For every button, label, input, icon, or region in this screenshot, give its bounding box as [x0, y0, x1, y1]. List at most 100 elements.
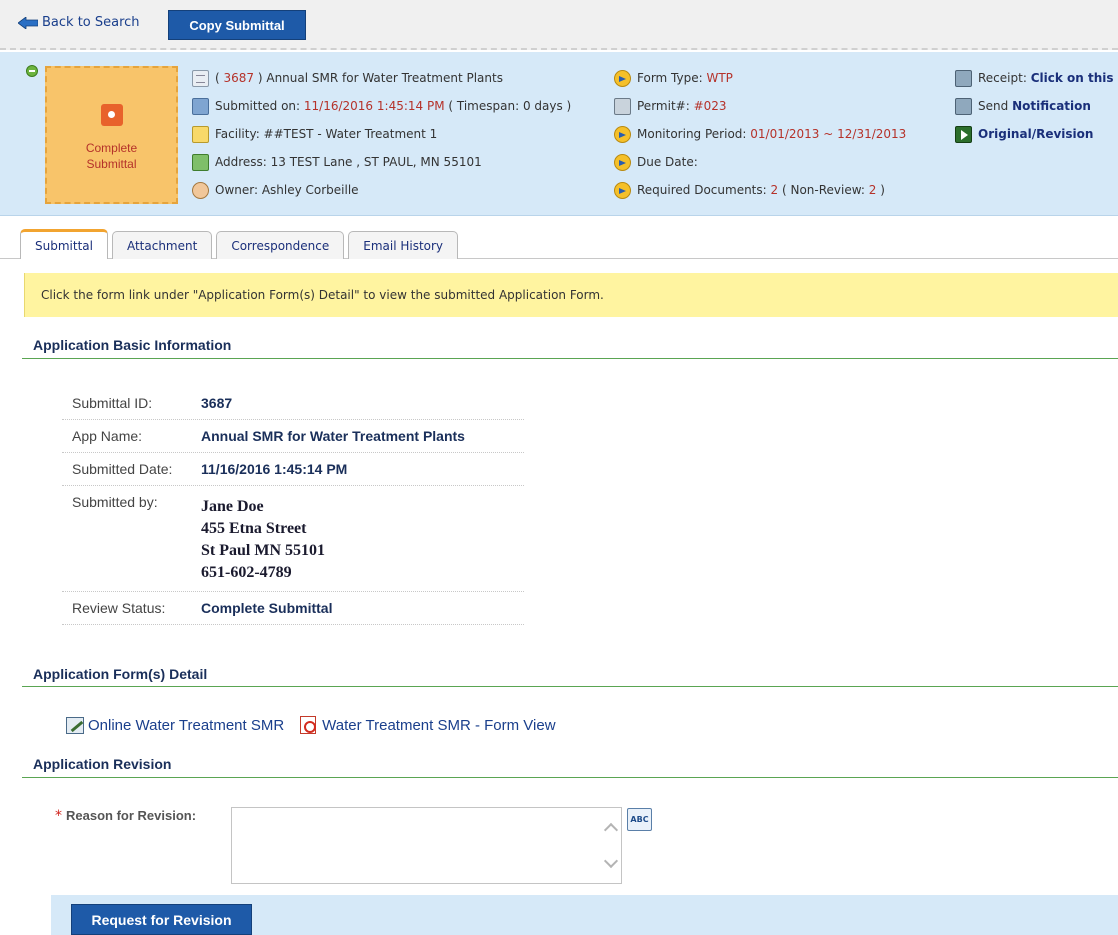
- copy-submittal-button[interactable]: Copy Submittal: [168, 10, 306, 40]
- form-links: Online Water Treatment SMR Water Treatme…: [66, 716, 556, 734]
- submitted-on-value: 11/16/2016 1:45:14 PM: [303, 99, 445, 113]
- edit-form-icon: [66, 716, 84, 734]
- form-type-value: WTP: [706, 71, 733, 85]
- receipt-label: Receipt:: [978, 71, 1027, 85]
- online-form-link[interactable]: Online Water Treatment SMR: [88, 717, 284, 734]
- address: Address: 13 TEST Lane , ST PAUL, MN 5510…: [215, 155, 482, 169]
- status-label: Complete Submittal: [85, 141, 138, 171]
- user-icon: [192, 181, 209, 199]
- submitted-on-label: Submitted on:: [215, 99, 301, 113]
- submitted-by-label: Submitted by:: [72, 494, 158, 510]
- info-notice: Click the form link under "Application F…: [24, 273, 1118, 317]
- required-docs-label: Required Documents:: [637, 183, 767, 197]
- summary-app-row: ( 3687 ) Annual SMR for Water Treatment …: [192, 64, 571, 92]
- basic-info-table: Submittal ID: 3687 App Name: Annual SMR …: [62, 387, 524, 625]
- collapse-icon[interactable]: [26, 65, 38, 77]
- app-name-label: App Name:: [72, 428, 143, 444]
- submitted-by-address: Jane Doe 455 Etna Street St Paul MN 5510…: [201, 494, 325, 591]
- arrow-icon: [614, 181, 631, 199]
- tab-bar: Submittal Attachment Correspondence Emai…: [20, 229, 462, 259]
- review-status-value: Complete Submittal: [201, 600, 333, 616]
- safe-icon: [100, 104, 123, 126]
- summary-facility-row: Facility: ##TEST - Water Treatment 1: [192, 120, 571, 148]
- tab-correspondence[interactable]: Correspondence: [216, 231, 345, 259]
- submitter-name: Jane Doe: [201, 498, 264, 515]
- back-arrow-icon: [18, 16, 38, 29]
- reason-label: Reason for Revision:: [66, 808, 197, 823]
- section-divider: [22, 358, 1118, 359]
- notification-link[interactable]: Notification: [1012, 99, 1091, 113]
- permit-icon: [614, 97, 631, 115]
- submitter-phone: 651-602-4789: [201, 564, 292, 581]
- request-revision-button[interactable]: Request for Revision: [71, 904, 252, 935]
- monitoring-value: 01/01/2013 ~ 12/31/2013: [750, 127, 907, 141]
- submittal-id-label: Submittal ID:: [72, 395, 153, 411]
- non-review-label: ( Non-Review:: [781, 183, 865, 197]
- submittal-summary-panel: Complete Submittal ( 3687 ) Annual SMR f…: [0, 52, 1118, 216]
- submitter-street: 455 Etna Street: [201, 520, 307, 537]
- due-date-row: Due Date:: [614, 148, 906, 176]
- spellcheck-icon[interactable]: ABC: [627, 808, 652, 831]
- section-title-forms: Application Form(s) Detail: [33, 666, 208, 682]
- summary-address-row: Address: 13 TEST Lane , ST PAUL, MN 5510…: [192, 148, 571, 176]
- summary-column-2: Form Type: WTP Permit#: #023 Monitoring …: [614, 64, 906, 204]
- back-to-search-label: Back to Search: [42, 15, 140, 30]
- summary-column-1: ( 3687 ) Annual SMR for Water Treatment …: [192, 64, 571, 204]
- owner: Owner: Ashley Corbeille: [215, 183, 359, 197]
- document-icon: [192, 69, 209, 87]
- calendar-icon: [192, 97, 209, 115]
- tab-submittal[interactable]: Submittal: [20, 229, 108, 259]
- section-title-revision: Application Revision: [33, 756, 172, 772]
- arrow-icon: [614, 153, 631, 171]
- table-row: Review Status: Complete Submittal: [62, 592, 524, 625]
- receipt-icon: [955, 69, 972, 87]
- revision-link[interactable]: Revision: [1036, 127, 1093, 141]
- pdf-icon: [300, 716, 317, 734]
- form-type-label: Form Type:: [637, 71, 703, 85]
- due-date-label: Due Date:: [637, 155, 698, 169]
- receipt-link[interactable]: Click on this: [1031, 71, 1114, 85]
- facility-icon: [192, 125, 209, 143]
- facility: Facility: ##TEST - Water Treatment 1: [215, 127, 438, 141]
- original-revision-row: Original / Revision: [955, 120, 1114, 148]
- section-title-basic: Application Basic Information: [33, 337, 232, 353]
- summary-owner-row: Owner: Ashley Corbeille: [192, 176, 571, 204]
- tab-email-history[interactable]: Email History: [348, 231, 459, 259]
- submitter-city: St Paul MN 55101: [201, 542, 325, 559]
- permit-row: Permit#: #023: [614, 92, 906, 120]
- non-review-close: ): [880, 183, 885, 197]
- status-card: Complete Submittal: [45, 66, 178, 204]
- summary-submitted-row: Submitted on: 11/16/2016 1:45:14 PM ( Ti…: [192, 92, 571, 120]
- timespan: ( Timespan: 0 days ): [448, 99, 572, 113]
- form-view-link[interactable]: Water Treatment SMR - Form View: [322, 717, 555, 734]
- play-icon: [955, 125, 972, 143]
- notification-row: Send Notification: [955, 92, 1114, 120]
- monitoring-row: Monitoring Period: 01/01/2013 ~ 12/31/20…: [614, 120, 906, 148]
- section-divider: [22, 686, 1118, 687]
- arrow-icon: [614, 69, 631, 87]
- arrow-icon: [614, 125, 631, 143]
- form-type-row: Form Type: WTP: [614, 64, 906, 92]
- required-docs-count: 2: [770, 183, 779, 197]
- required-mark: *: [55, 808, 62, 824]
- tab-attachment[interactable]: Attachment: [111, 231, 213, 259]
- map-icon: [192, 153, 209, 171]
- back-to-search-link[interactable]: Back to Search: [18, 15, 140, 30]
- permit-label: Permit#:: [637, 99, 690, 113]
- summary-column-3: Receipt: Click on this Send Notification…: [955, 64, 1114, 148]
- table-row: Submitted Date: 11/16/2016 1:45:14 PM: [62, 453, 524, 486]
- reason-textarea[interactable]: [231, 807, 622, 884]
- section-divider: [22, 777, 1118, 778]
- top-toolbar: Back to Search Copy Submittal: [0, 0, 1118, 50]
- submitted-date-label: Submitted Date:: [72, 461, 173, 477]
- submitted-date-value: 11/16/2016 1:45:14 PM: [201, 461, 348, 477]
- summary-app-name: Annual SMR for Water Treatment Plants: [266, 71, 503, 85]
- original-link[interactable]: Original: [978, 127, 1032, 141]
- permit-value: #023: [693, 99, 727, 113]
- table-row: Submitted by: Jane Doe 455 Etna Street S…: [62, 486, 524, 592]
- table-row: Submittal ID: 3687: [62, 387, 524, 420]
- non-review-count: 2: [868, 183, 877, 197]
- send-label: Send: [978, 99, 1009, 113]
- table-row: App Name: Annual SMR for Water Treatment…: [62, 420, 524, 453]
- required-docs-row: Required Documents: 2 ( Non-Review: 2 ): [614, 176, 906, 204]
